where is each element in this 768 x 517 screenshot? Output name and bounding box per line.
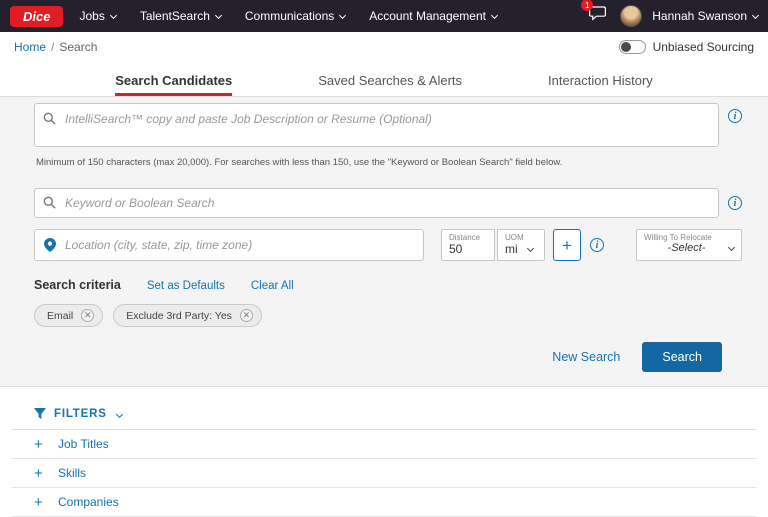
new-search-link[interactable]: New Search xyxy=(552,350,620,364)
filter-item-label: Job Titles xyxy=(58,437,109,451)
intellisearch-help-text: Minimum of 150 characters (max 20,000). … xyxy=(36,157,742,168)
navbar-right: 1 Hannah Swanson xyxy=(585,3,758,29)
relocate-label: Willing To Relocate xyxy=(644,233,734,242)
search-criteria-label: Search criteria xyxy=(34,278,121,292)
filter-chip-email: Email xyxy=(34,304,103,327)
search-button[interactable]: Search xyxy=(642,342,722,372)
location-pin-icon xyxy=(44,238,56,252)
filter-item-skills[interactable]: Skills xyxy=(12,459,756,488)
chevron-down-icon xyxy=(752,11,759,18)
actions-row: New Search Search xyxy=(34,342,742,372)
chevron-down-icon xyxy=(527,244,534,251)
criteria-row: Search criteria Set as Defaults Clear Al… xyxy=(34,278,742,292)
set-as-defaults-link[interactable]: Set as Defaults xyxy=(147,280,225,292)
chip-close-icon[interactable] xyxy=(81,309,94,322)
chip-close-icon[interactable] xyxy=(240,309,253,322)
nav-item-jobs[interactable]: Jobs xyxy=(79,9,115,23)
willing-to-relocate-select[interactable]: Willing To Relocate -Select- xyxy=(636,229,742,261)
plus-icon xyxy=(34,437,49,452)
intellisearch-field xyxy=(34,103,719,152)
chevron-down-icon xyxy=(215,11,222,18)
nav-item-communications[interactable]: Communications xyxy=(245,9,345,23)
distance-value: 50 xyxy=(449,242,487,256)
chevron-down-icon xyxy=(116,410,123,417)
filter-item-label: Skills xyxy=(58,466,86,480)
nav-item-label: TalentSearch xyxy=(140,9,210,23)
nav-item-account-management[interactable]: Account Management xyxy=(369,9,497,23)
tab-saved-searches[interactable]: Saved Searches & Alerts xyxy=(318,62,462,96)
filter-chip-exclude-3rd-party: Exclude 3rd Party: Yes xyxy=(113,304,262,327)
breadcrumb: Home / Search Unbiased Sourcing xyxy=(0,32,768,62)
tab-search-candidates[interactable]: Search Candidates xyxy=(115,62,232,96)
criteria-chips: Email Exclude 3rd Party: Yes xyxy=(34,304,742,327)
nav-item-label: Jobs xyxy=(79,9,104,23)
intellisearch-input[interactable] xyxy=(34,103,719,147)
add-location-button[interactable]: + xyxy=(553,229,581,261)
notifications-button[interactable]: 1 xyxy=(585,3,610,29)
intellisearch-info-icon[interactable]: i xyxy=(728,109,742,123)
chevron-down-icon xyxy=(110,11,117,18)
breadcrumb-home[interactable]: Home xyxy=(14,40,46,54)
filters-label: FILTERS xyxy=(54,408,107,420)
uom-label: UOM xyxy=(505,233,537,242)
search-panel: i Minimum of 150 characters (max 20,000)… xyxy=(0,97,768,387)
filter-item-job-titles[interactable]: Job Titles xyxy=(12,430,756,459)
location-field xyxy=(34,229,424,261)
uom-select[interactable]: UOM mi xyxy=(497,229,545,261)
relocate-value: -Select- xyxy=(644,242,729,254)
plus-icon xyxy=(34,466,49,481)
location-row: Distance 50 UOM mi + i Willing To Reloca… xyxy=(34,229,742,261)
keyword-row: i xyxy=(34,188,742,218)
toggle-knob xyxy=(621,42,631,52)
chevron-down-icon xyxy=(491,11,498,18)
clear-all-link[interactable]: Clear All xyxy=(251,280,294,292)
search-icon xyxy=(43,112,56,125)
uom-value: mi xyxy=(505,242,518,256)
nav-item-talentsearch[interactable]: TalentSearch xyxy=(140,9,221,23)
main-nav: Jobs TalentSearch Communications Account… xyxy=(79,9,497,23)
unbiased-sourcing-label: Unbiased Sourcing xyxy=(653,40,754,54)
intellisearch-row: i xyxy=(34,103,742,152)
keyword-info-icon[interactable]: i xyxy=(728,196,742,210)
nav-item-label: Account Management xyxy=(369,9,486,23)
filters-header[interactable]: FILTERS xyxy=(12,399,756,430)
avatar[interactable] xyxy=(620,5,642,27)
top-navbar: Dice Jobs TalentSearch Communications Ac… xyxy=(0,0,768,32)
filter-item-companies[interactable]: Companies xyxy=(12,488,756,517)
breadcrumb-separator: / xyxy=(51,40,54,54)
tab-interaction-history[interactable]: Interaction History xyxy=(548,62,653,96)
keyword-field xyxy=(34,188,719,218)
location-input[interactable] xyxy=(34,229,424,261)
location-info-icon[interactable]: i xyxy=(590,238,604,252)
chip-label: Exclude 3rd Party: Yes xyxy=(126,310,232,322)
search-icon xyxy=(43,196,56,209)
tab-bar: Search Candidates Saved Searches & Alert… xyxy=(0,62,768,97)
filters-section: FILTERS Job Titles Skills Companies xyxy=(0,399,768,517)
unbiased-sourcing-toggle[interactable] xyxy=(619,40,646,54)
chevron-down-icon xyxy=(728,243,735,250)
distance-field[interactable]: Distance 50 xyxy=(441,229,495,261)
chevron-down-icon xyxy=(339,11,346,18)
distance-label: Distance xyxy=(449,233,487,242)
unbiased-sourcing-control: Unbiased Sourcing xyxy=(619,40,754,54)
chip-label: Email xyxy=(47,310,73,322)
keyword-input[interactable] xyxy=(34,188,719,218)
funnel-icon xyxy=(34,408,46,420)
user-name: Hannah Swanson xyxy=(652,9,747,23)
breadcrumb-current: Search xyxy=(59,40,97,54)
user-menu[interactable]: Hannah Swanson xyxy=(652,9,758,23)
filter-item-label: Companies xyxy=(58,495,119,509)
nav-item-label: Communications xyxy=(245,9,334,23)
dice-logo[interactable]: Dice xyxy=(10,6,63,27)
